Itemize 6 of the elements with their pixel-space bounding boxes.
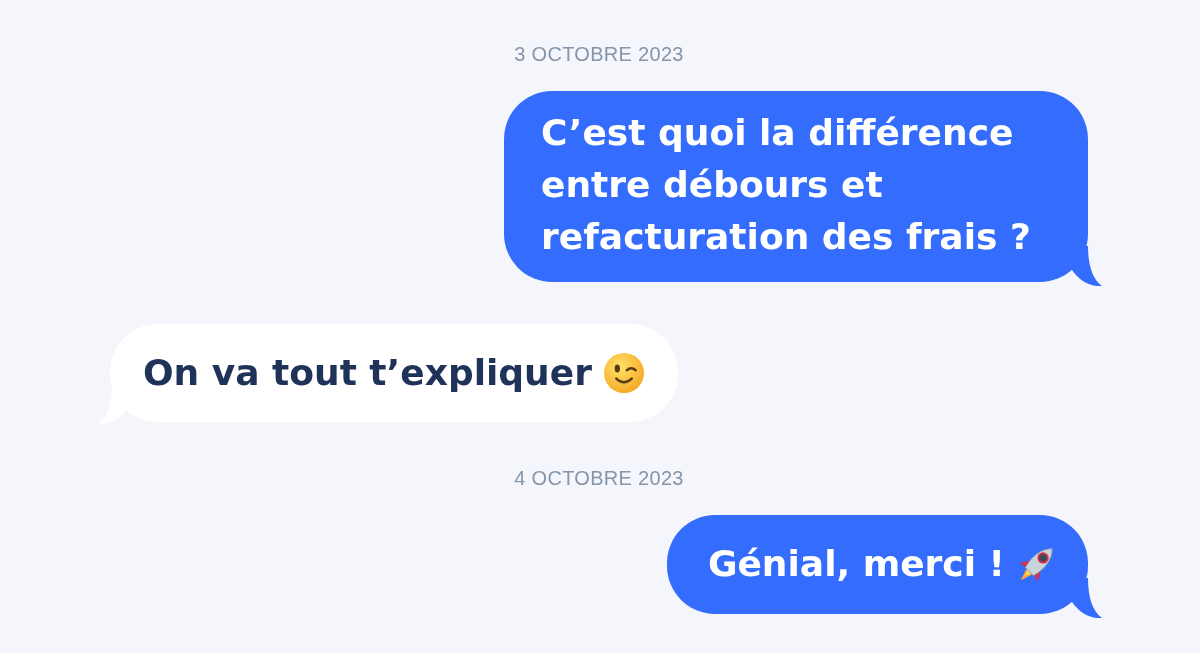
date-label: 3 OCTOBRE 2023 (514, 42, 684, 66)
date-label: 4 OCTOBRE 2023 (514, 466, 684, 490)
message-text: On va tout t’expliquer (143, 351, 592, 395)
message-text: C’est quoi la différence entre débours et refacturation des frais ? (541, 111, 1032, 259)
message-text: Génial, merci ! (707, 542, 1005, 586)
winking-face-icon (603, 353, 644, 393)
